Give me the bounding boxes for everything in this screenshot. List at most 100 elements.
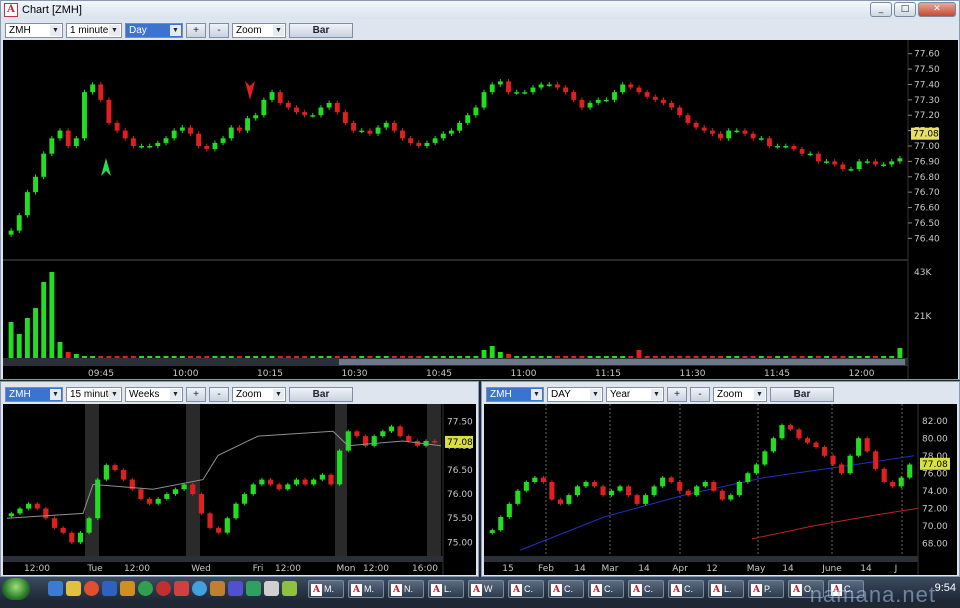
volume-bar bbox=[742, 356, 748, 358]
candle-body bbox=[440, 133, 446, 139]
maximize-button[interactable]: □ bbox=[894, 2, 916, 17]
taskbar-item[interactable]: A C. bbox=[508, 580, 544, 598]
volume-bar bbox=[188, 356, 193, 358]
weeks-interval-dropdown[interactable]: 15 minutes ▼ bbox=[66, 386, 122, 402]
app-icon[interactable] bbox=[120, 581, 135, 596]
candle-body bbox=[481, 92, 487, 108]
taskbar-item[interactable]: A P. bbox=[748, 580, 784, 598]
weeks-chart-type-button[interactable]: Bar bbox=[289, 386, 353, 402]
volume-bar bbox=[693, 356, 699, 358]
volume-bar bbox=[432, 356, 438, 358]
app-icon[interactable] bbox=[102, 581, 117, 596]
candle-body bbox=[726, 130, 732, 139]
taskbar-item-label: N. bbox=[404, 584, 413, 594]
main-title-bar[interactable]: A Chart [ZMH] _ □ ✕ bbox=[1, 1, 959, 19]
taskbar-item[interactable]: A N. bbox=[388, 580, 424, 598]
volume-tick-label: 43K bbox=[914, 268, 932, 278]
candle-body bbox=[571, 92, 577, 100]
volume-bar bbox=[587, 356, 593, 358]
app-icon[interactable] bbox=[246, 581, 261, 596]
minimize-button[interactable]: _ bbox=[870, 2, 892, 17]
candle-body bbox=[677, 107, 683, 116]
close-button[interactable]: ✕ bbox=[918, 2, 956, 17]
opera-icon[interactable] bbox=[156, 581, 171, 596]
year-chart-type-button[interactable]: Bar bbox=[770, 386, 834, 402]
range-dropdown[interactable]: Day ▼ bbox=[125, 22, 183, 38]
app-icon[interactable] bbox=[282, 581, 297, 596]
candle-body bbox=[530, 87, 536, 93]
zoom-dropdown[interactable]: Zoom ▼ bbox=[232, 22, 286, 38]
candle-body bbox=[677, 482, 683, 491]
app-icon[interactable] bbox=[138, 581, 153, 596]
year-range-dropdown[interactable]: Year ▼ bbox=[606, 386, 664, 402]
year-symbol-dropdown[interactable]: ZMH ▼ bbox=[486, 386, 544, 402]
year-chart-pane: ZMH ▼ DAY ▼ Year ▼ + - Zoom ▼ Bar 82.00 80.00… bbox=[481, 381, 960, 577]
taskbar-item[interactable]: A M. bbox=[348, 580, 384, 598]
candle-body bbox=[310, 115, 316, 117]
chrome-icon[interactable] bbox=[192, 581, 207, 596]
intraday-chart-svg[interactable]: 77.6077.5077.4077.3077.2077.1077.0076.90… bbox=[3, 40, 958, 379]
time-tick-label: J bbox=[894, 564, 898, 574]
year-chart[interactable]: 82.00 80.00 78.00 76.00 74.00 72.00 70.00 68.00… bbox=[484, 404, 957, 575]
year-chart-svg[interactable]: 82.0080.0078.0076.0074.0072.0070.0068.00… bbox=[484, 404, 957, 575]
year-zoom-dropdown[interactable]: Zoom ▼ bbox=[713, 386, 767, 402]
candle-body bbox=[522, 92, 528, 94]
price-tick-label: 77.60 bbox=[914, 50, 940, 60]
taskbar-item[interactable]: A L. bbox=[708, 580, 744, 598]
taskbar-item[interactable]: AW bbox=[468, 580, 504, 598]
zoom-in-button[interactable]: + bbox=[186, 22, 206, 38]
app-icon[interactable] bbox=[174, 581, 189, 596]
app-icon[interactable] bbox=[210, 581, 225, 596]
volume-bar bbox=[302, 356, 308, 358]
candle-body bbox=[506, 81, 511, 93]
start-button[interactable] bbox=[2, 578, 30, 600]
candle-body bbox=[326, 102, 332, 108]
candle-body bbox=[856, 161, 862, 170]
candle-body bbox=[196, 133, 202, 146]
weeks-chart-svg[interactable]: 77.5077.0076.5076.0075.5075.0077.0812:00… bbox=[3, 404, 476, 575]
weeks-chart-pane: ZMH ▼ 15 minutes ▼ Weeks ▼ + - Zoom ▼ Bar 77… bbox=[0, 381, 479, 577]
taskbar-item[interactable]: A C. bbox=[668, 580, 704, 598]
taskbar-item[interactable]: A C. bbox=[548, 580, 584, 598]
weeks-chart[interactable]: 77.5077.0076.5076.0075.5075.0077.0812:00… bbox=[3, 404, 476, 575]
candle-body bbox=[259, 479, 265, 485]
main-chart-window: A Chart [ZMH] _ □ ✕ ZMH ▼ 1 minute ▼ Day ▼ … bbox=[0, 0, 960, 380]
taskbar-item[interactable]: A L. bbox=[428, 580, 464, 598]
volume-bar bbox=[457, 356, 463, 358]
symbol-dropdown[interactable]: ZMH ▼ bbox=[5, 22, 63, 38]
chevron-down-icon: ▼ bbox=[754, 388, 765, 400]
candle-body bbox=[745, 473, 751, 482]
candle-body bbox=[34, 503, 40, 509]
year-zoom-in-button[interactable]: + bbox=[667, 386, 687, 402]
weeks-zoom-in-button[interactable]: + bbox=[186, 386, 206, 402]
candle-body bbox=[163, 138, 169, 143]
year-zoom-out-button[interactable]: - bbox=[690, 386, 710, 402]
weeks-symbol-dropdown[interactable]: ZMH ▼ bbox=[5, 386, 63, 402]
candle-body bbox=[554, 84, 560, 88]
candle-body bbox=[57, 130, 63, 139]
folder-icon[interactable] bbox=[66, 581, 81, 596]
volume-bar bbox=[228, 356, 234, 358]
weeks-zoom-out-button[interactable]: - bbox=[209, 386, 229, 402]
taskbar-item[interactable]: A M. bbox=[308, 580, 344, 598]
year-interval-dropdown[interactable]: DAY ▼ bbox=[547, 386, 603, 402]
volume-bar bbox=[98, 356, 104, 358]
intraday-chart[interactable]: 77.6077.5077.4077.3077.2077.1077.0076.90… bbox=[3, 40, 958, 379]
candle-body bbox=[694, 486, 700, 496]
browser-icon[interactable] bbox=[84, 581, 99, 596]
zoom-out-button[interactable]: - bbox=[209, 22, 229, 38]
candle-body bbox=[515, 490, 521, 504]
app-icon[interactable] bbox=[264, 581, 279, 596]
chart-type-button[interactable]: Bar bbox=[289, 22, 353, 38]
taskbar-item[interactable]: A C. bbox=[588, 580, 624, 598]
volume-bar bbox=[8, 322, 14, 358]
volume-bar bbox=[709, 356, 715, 358]
volume-bar bbox=[245, 356, 251, 358]
interval-dropdown[interactable]: 1 minute ▼ bbox=[66, 22, 122, 38]
weeks-zoom-dropdown[interactable]: Zoom ▼ bbox=[232, 386, 286, 402]
candle-body bbox=[881, 164, 887, 166]
mail-icon[interactable] bbox=[228, 581, 243, 596]
weeks-range-dropdown[interactable]: Weeks ▼ bbox=[125, 386, 183, 402]
desktop-icon[interactable] bbox=[48, 581, 63, 596]
taskbar-item[interactable]: A C. bbox=[628, 580, 664, 598]
